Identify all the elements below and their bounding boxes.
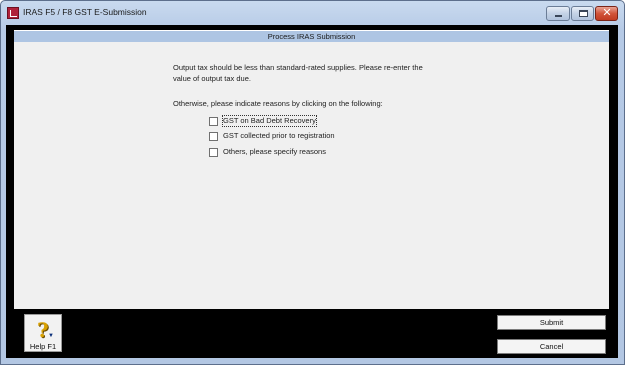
help-button[interactable]: ? ▼ Help F1 — [24, 314, 62, 352]
minimize-icon — [555, 15, 562, 17]
warning-message: Output tax should be less than standard-… — [173, 62, 443, 84]
cancel-button[interactable]: Cancel — [497, 339, 606, 354]
warning-message-line1: Output tax should be less than standard-… — [173, 63, 423, 72]
dropdown-arrow-icon: ▼ — [48, 333, 54, 339]
checkbox-label[interactable]: GST on Bad Debt Recovery — [222, 115, 317, 127]
help-button-label: Help F1 — [29, 342, 57, 351]
app-icon — [7, 7, 19, 19]
maximize-button[interactable] — [571, 6, 594, 21]
warning-message-line2: value of output tax due. — [173, 74, 251, 83]
checkbox-label[interactable]: GST collected prior to registration — [223, 131, 335, 141]
title-bar[interactable]: IRAS F5 / F8 GST E-Submission ✕ — [1, 1, 624, 25]
instruction-text: Otherwise, please indicate reasons by cl… — [173, 99, 383, 108]
checkbox[interactable] — [209, 148, 218, 157]
content-panel: Output tax should be less than standard-… — [14, 42, 609, 309]
submit-button[interactable]: Submit — [497, 315, 606, 330]
checkbox-label[interactable]: Others, please specify reasons — [223, 147, 326, 157]
close-button[interactable]: ✕ — [595, 6, 618, 21]
checkbox[interactable] — [209, 117, 218, 126]
section-header: Process IRAS Submission — [14, 30, 609, 42]
maximize-icon — [579, 10, 588, 17]
window-title: IRAS F5 / F8 GST E-Submission — [23, 7, 147, 17]
question-mark-icon: ? — [37, 318, 49, 342]
checkbox[interactable] — [209, 132, 218, 141]
close-icon: ✕ — [602, 6, 612, 19]
minimize-button[interactable] — [546, 6, 570, 21]
